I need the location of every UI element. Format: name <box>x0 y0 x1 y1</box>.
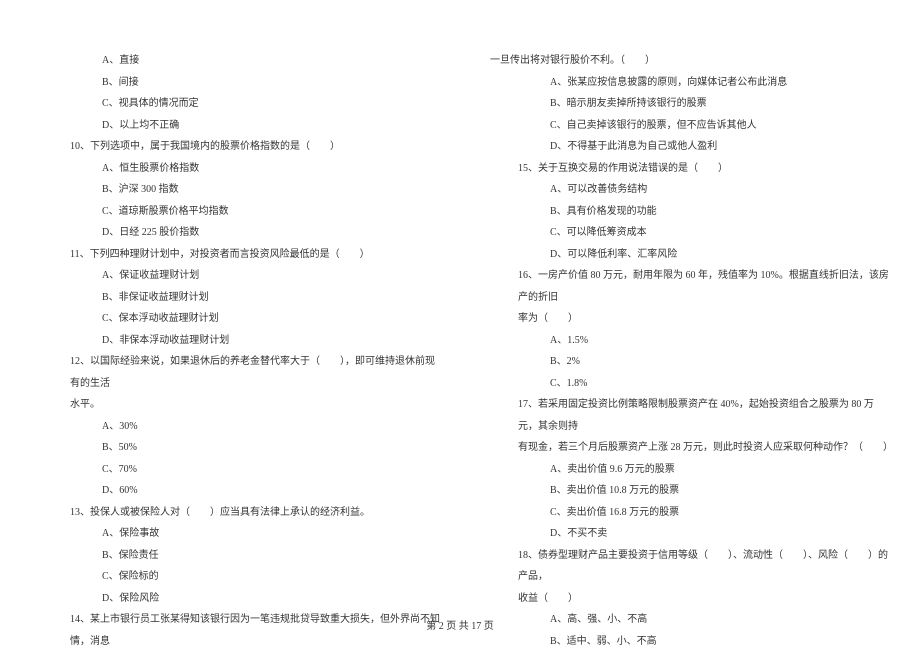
q13-stem: 13、投保人或被保险人对（ ）应当具有法律上承认的经济利益。 <box>28 502 444 524</box>
q13-option-a: A、保险事故 <box>28 523 444 545</box>
q14-stem-cont: 一旦传出将对银行股价不利。（ ） <box>476 50 892 72</box>
q17-stem-line2: 有现金，若三个月后股票资产上涨 28 万元，则此时投资人应采取何种动作？（ ） <box>476 437 892 459</box>
q11-option-a: A、保证收益理财计划 <box>28 265 444 287</box>
left-column: A、直接 B、间接 C、视具体的情况而定 D、以上均不正确 10、下列选项中，属… <box>28 50 444 652</box>
q10-stem: 10、下列选项中，属于我国境内的股票价格指数的是（ ） <box>28 136 444 158</box>
q9-option-d: D、以上均不正确 <box>28 115 444 137</box>
q17-option-b: B、卖出价值 10.8 万元的股票 <box>476 480 892 502</box>
q13-option-d: D、保险风险 <box>28 588 444 610</box>
q11-option-b: B、非保证收益理财计划 <box>28 287 444 309</box>
q12-option-b: B、50% <box>28 437 444 459</box>
q14-option-a: A、张某应按信息披露的原则，向媒体记者公布此消息 <box>476 72 892 94</box>
q16-stem-line2: 率为（ ） <box>476 308 892 330</box>
q15-option-c: C、可以降低筹资成本 <box>476 222 892 244</box>
q15-option-d: D、可以降低利率、汇率风险 <box>476 244 892 266</box>
q12-option-a: A、30% <box>28 416 444 438</box>
q10-option-c: C、道琼斯股票价格平均指数 <box>28 201 444 223</box>
q16-option-b: B、2% <box>476 351 892 373</box>
q11-option-c: C、保本浮动收益理财计划 <box>28 308 444 330</box>
q18-stem-line1: 18、债券型理财产品主要投资于信用等级（ ）、流动性（ ）、风险（ ）的产品， <box>476 545 892 588</box>
q14-option-d: D、不得基于此消息为自己或他人盈利 <box>476 136 892 158</box>
q15-stem: 15、关于互换交易的作用说法错误的是（ ） <box>476 158 892 180</box>
q12-stem-line1: 12、以国际经验来说，如果退休后的养老金替代率大于（ ），即可维持退休前现有的生… <box>28 351 444 394</box>
page-columns: A、直接 B、间接 C、视具体的情况而定 D、以上均不正确 10、下列选项中，属… <box>28 50 892 652</box>
q14-option-b: B、暗示朋友卖掉所持该银行的股票 <box>476 93 892 115</box>
q14-option-c: C、自己卖掉该银行的股票，但不应告诉其他人 <box>476 115 892 137</box>
q9-option-a: A、直接 <box>28 50 444 72</box>
q15-option-b: B、具有价格发现的功能 <box>476 201 892 223</box>
q16-option-a: A、1.5% <box>476 330 892 352</box>
q12-option-c: C、70% <box>28 459 444 481</box>
q15-option-a: A、可以改善债务结构 <box>476 179 892 201</box>
q18-stem-line2: 收益（ ） <box>476 588 892 610</box>
q12-option-d: D、60% <box>28 480 444 502</box>
q17-option-d: D、不买不卖 <box>476 523 892 545</box>
q10-option-b: B、沪深 300 指数 <box>28 179 444 201</box>
q11-option-d: D、非保本浮动收益理财计划 <box>28 330 444 352</box>
q16-option-c: C、1.8% <box>476 373 892 395</box>
q13-option-c: C、保险标的 <box>28 566 444 588</box>
q17-option-a: A、卖出价值 9.6 万元的股票 <box>476 459 892 481</box>
q12-stem-line2: 水平。 <box>28 394 444 416</box>
q13-option-b: B、保险责任 <box>28 545 444 567</box>
q10-option-d: D、日经 225 股价指数 <box>28 222 444 244</box>
q16-stem-line1: 16、一房产价值 80 万元，耐用年限为 60 年，残值率为 10%。根据直线折… <box>476 265 892 308</box>
q17-stem-line1: 17、若采用固定投资比例策略限制股票资产在 40%，起始投资组合之股票为 80 … <box>476 394 892 437</box>
right-column: 一旦传出将对银行股价不利。（ ） A、张某应按信息披露的原则，向媒体记者公布此消… <box>476 50 892 652</box>
q10-option-a: A、恒生股票价格指数 <box>28 158 444 180</box>
q11-stem: 11、下列四种理财计划中，对投资者而言投资风险最低的是（ ） <box>28 244 444 266</box>
q9-option-c: C、视具体的情况而定 <box>28 93 444 115</box>
q18-option-b: B、适中、弱、小、不高 <box>476 631 892 652</box>
q17-option-c: C、卖出价值 16.8 万元的股票 <box>476 502 892 524</box>
page-footer: 第 2 页 共 17 页 <box>0 617 920 632</box>
q9-option-b: B、间接 <box>28 72 444 94</box>
